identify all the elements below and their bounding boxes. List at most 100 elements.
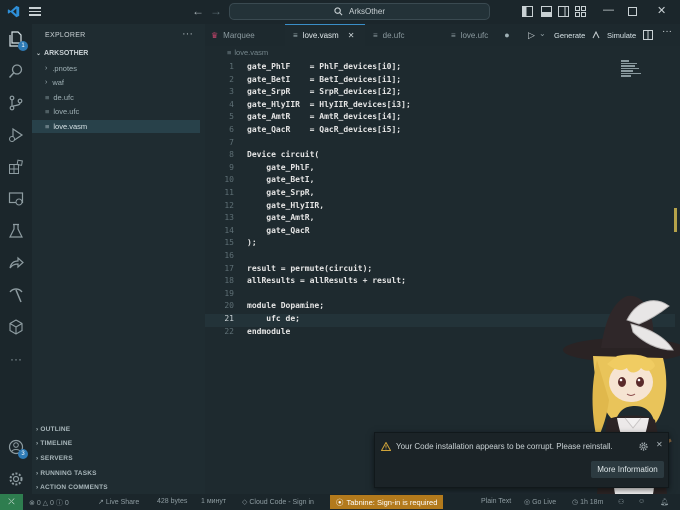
tabnine-status[interactable]: ⦿ Tabnine: Sign-in is required bbox=[330, 495, 444, 509]
gear-icon[interactable] bbox=[639, 442, 648, 451]
code-line[interactable]: 13 gate_AmtR, bbox=[205, 213, 675, 226]
remote-explorer-activity[interactable] bbox=[6, 189, 26, 209]
code-line[interactable]: 2 gate_BetI = BetI_devices[i1]; bbox=[205, 75, 675, 88]
live-share-status[interactable]: ↗ Live Share bbox=[98, 498, 139, 506]
run-debug-activity[interactable] bbox=[6, 125, 26, 145]
tabnine-label: Tabnine: Sign-in is required bbox=[346, 497, 438, 507]
line-number: 20 bbox=[224, 301, 234, 311]
code-line[interactable]: 10 gate_BetI, bbox=[205, 175, 675, 188]
language-mode-status[interactable]: Plain Text bbox=[481, 498, 511, 505]
code-line[interactable]: 9 gate_PhlF, bbox=[205, 163, 675, 176]
tab-love-ufc[interactable]: ≡ love.ufc ● bbox=[443, 24, 520, 46]
maximize-icon[interactable] bbox=[628, 7, 637, 16]
more-actions-icon[interactable]: ··· bbox=[662, 26, 672, 37]
remote-indicator-icon[interactable]: ⤫ bbox=[0, 494, 23, 510]
sidebar-title: EXPLORER bbox=[45, 32, 86, 39]
live-share-activity[interactable] bbox=[6, 253, 26, 273]
line-number: 19 bbox=[224, 288, 234, 298]
split-editor-icon[interactable] bbox=[643, 30, 653, 40]
line-number: 12 bbox=[224, 200, 234, 210]
menu-icon[interactable] bbox=[28, 5, 42, 19]
scrollbar-marker[interactable] bbox=[674, 208, 677, 232]
code-line[interactable]: 1 gate_PhlF = PhlF_devices[i0]; bbox=[205, 62, 675, 75]
code-line[interactable]: 15); bbox=[205, 238, 675, 251]
go-live-status[interactable]: ◎ Go Live bbox=[524, 498, 556, 506]
warning-icon: △ bbox=[42, 500, 50, 507]
minimap[interactable] bbox=[621, 60, 643, 80]
warning-count: 0 bbox=[50, 500, 54, 507]
code-line[interactable]: 5 gate_AmtR = AmtR_devices[i4]; bbox=[205, 112, 675, 125]
timer-status[interactable]: ◷ 1h 18m bbox=[572, 498, 603, 506]
close-notification-icon[interactable]: ✕ bbox=[656, 440, 663, 449]
broadcast-icon: ◎ bbox=[524, 499, 533, 506]
tree-item-love-ufc[interactable]: ≡ love.ufc bbox=[32, 105, 205, 118]
code-line[interactable]: 7 bbox=[205, 138, 675, 151]
code-line[interactable]: 12 gate_HlyIIR, bbox=[205, 201, 675, 214]
toggle-primary-sidebar-icon[interactable] bbox=[522, 6, 533, 17]
code-text: gate_HlyIIR = HlyIIR_devices[i3]; bbox=[247, 99, 411, 109]
close-tab-icon[interactable]: ✕ bbox=[348, 31, 355, 40]
forward-arrow-icon[interactable]: → bbox=[210, 4, 222, 18]
cloud-code-status[interactable]: ◇ Cloud Code - Sign in bbox=[242, 498, 314, 506]
extensions-icon bbox=[9, 159, 23, 174]
explorer-activity[interactable]: 1 bbox=[6, 29, 28, 51]
accounts-status-icon[interactable]: ⚇ bbox=[618, 498, 624, 506]
pickaxe-activity[interactable] bbox=[6, 285, 26, 305]
close-window-icon[interactable]: ✕ bbox=[657, 4, 666, 17]
panel-label: ACTION COMMENTS bbox=[40, 484, 108, 491]
file-lines-icon: ≡ bbox=[293, 31, 298, 40]
tab-love-vasm[interactable]: ≡ love.vasm ✕ bbox=[285, 24, 365, 46]
problems-indicator[interactable]: ⊗ 0 △ 0 ⓘ 0 bbox=[29, 498, 69, 508]
code-line[interactable]: 17 result = permute(circuit); bbox=[205, 264, 675, 277]
tree-item-love-vasm[interactable]: ≡ love.vasm bbox=[32, 120, 200, 133]
tab-label: love.ufc bbox=[460, 30, 489, 40]
cube-activity[interactable] bbox=[6, 317, 26, 337]
tab-marquee[interactable]: ♛ Marquee bbox=[205, 24, 285, 46]
tab-de-ufc[interactable]: ≡ de.ufc bbox=[365, 24, 443, 46]
panel-servers[interactable]: › SERVERS bbox=[36, 455, 73, 462]
more-ellipsis-icon[interactable]: ··· bbox=[6, 349, 26, 369]
tree-item-waf[interactable]: › waf bbox=[32, 76, 205, 89]
line-number: 1 bbox=[229, 62, 234, 71]
accounts-badge: 3 bbox=[18, 449, 28, 459]
run-icon[interactable]: ▷ bbox=[528, 30, 535, 41]
panel-action-comments[interactable]: › ACTION COMMENTS bbox=[36, 484, 108, 491]
chevron-right-icon: › bbox=[45, 79, 48, 86]
generate-button[interactable]: Generate bbox=[554, 31, 585, 40]
tree-item-de-ufc[interactable]: ≡ de.ufc bbox=[32, 91, 205, 104]
panel-running-tasks[interactable]: › RUNNING TASKS bbox=[36, 470, 97, 477]
notifications-bell-icon[interactable]: 🔔︎ bbox=[660, 498, 669, 506]
back-arrow-icon[interactable]: ← bbox=[192, 4, 204, 18]
panel-outline[interactable]: › OUTLINE bbox=[36, 426, 70, 433]
code-text: gate_PhlF = PhlF_devices[i0]; bbox=[247, 62, 402, 71]
source-control-activity[interactable] bbox=[6, 93, 26, 113]
toggle-panel-icon[interactable] bbox=[541, 6, 552, 17]
extensions-activity[interactable] bbox=[6, 157, 26, 177]
workspace-root[interactable]: ⌄ ARKSOTHER bbox=[36, 50, 88, 57]
tree-item-pnotes[interactable]: › .pnotes bbox=[32, 62, 205, 75]
code-line[interactable]: 18 allResults = allResults + result; bbox=[205, 276, 675, 289]
tree-item-label: waf bbox=[52, 78, 65, 87]
search-activity[interactable] bbox=[6, 61, 26, 81]
code-line[interactable]: 8 Device circuit( bbox=[205, 150, 675, 163]
testing-activity[interactable] bbox=[6, 221, 26, 241]
code-line[interactable]: 16 bbox=[205, 251, 675, 264]
run-dropdown-icon[interactable]: ⌄ bbox=[539, 29, 546, 38]
command-center-search[interactable]: ArksOther bbox=[229, 3, 490, 20]
customize-layout-icon[interactable] bbox=[575, 6, 586, 17]
panel-timeline[interactable]: › TIMELINE bbox=[36, 440, 72, 447]
feedback-icon[interactable]: ☺ bbox=[638, 498, 645, 505]
accounts-activity[interactable]: 3 bbox=[6, 437, 28, 459]
code-line[interactable]: 6 gate_QacR = QacR_devices[i5]; bbox=[205, 125, 675, 138]
simulate-button[interactable]: Simulate bbox=[607, 31, 636, 40]
minimize-icon[interactable]: — bbox=[603, 4, 614, 16]
manage-activity[interactable] bbox=[6, 469, 26, 489]
toggle-secondary-sidebar-icon[interactable] bbox=[558, 6, 569, 17]
more-information-button[interactable]: More Information bbox=[591, 461, 664, 478]
code-line[interactable]: 14 gate_QacR bbox=[205, 226, 675, 239]
more-actions-icon[interactable]: ··· bbox=[182, 28, 193, 40]
code-line[interactable]: 3 gate_SrpR = SrpR_devices[i2]; bbox=[205, 87, 675, 100]
code-line[interactable]: 11 gate_SrpR, bbox=[205, 188, 675, 201]
code-line[interactable]: 4 gate_HlyIIR = HlyIIR_devices[i3]; bbox=[205, 100, 675, 113]
modified-dot-icon[interactable]: ● bbox=[504, 30, 509, 40]
